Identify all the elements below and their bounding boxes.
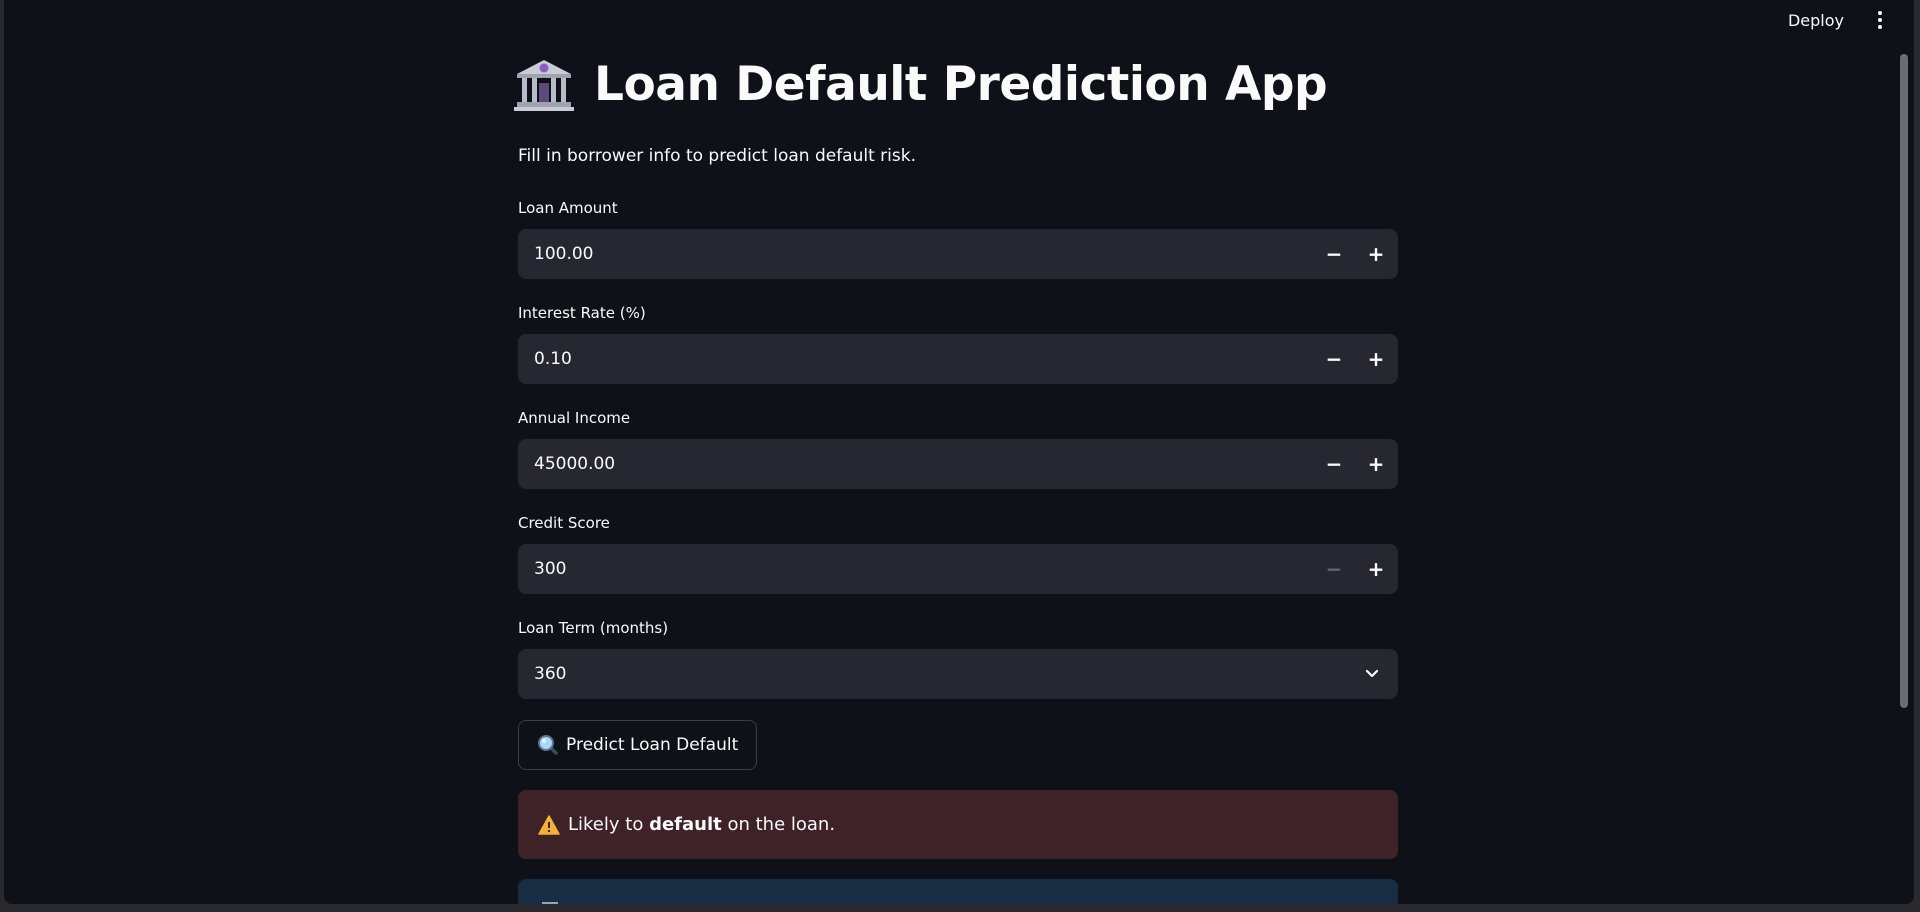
loan-amount-decrement-button[interactable]: − — [1318, 238, 1350, 270]
loan-amount-field: − + — [518, 229, 1398, 279]
credit-score-increment-button[interactable]: + — [1360, 553, 1392, 585]
warning-icon — [538, 814, 560, 835]
magnifier-icon — [538, 735, 558, 755]
kebab-menu-icon[interactable] — [1870, 10, 1890, 30]
credit-score-input[interactable] — [518, 544, 1278, 594]
scrollbar-thumb[interactable] — [1900, 54, 1908, 708]
loan-amount-increment-button[interactable]: + — [1360, 238, 1392, 270]
loan-term-selected-value: 360 — [534, 664, 567, 684]
page-title: Loan Default Prediction App — [514, 56, 1328, 112]
interest-rate-decrement-button[interactable]: − — [1318, 343, 1350, 375]
annual-income-decrement-button[interactable]: − — [1318, 448, 1350, 480]
annual-income-field: − + — [518, 439, 1398, 489]
annual-income-increment-button[interactable]: + — [1360, 448, 1392, 480]
prediction-alert: Likely to default on the loan. — [518, 790, 1398, 859]
annual-income-label: Annual Income — [518, 409, 631, 427]
interest-rate-increment-button[interactable]: + — [1360, 343, 1392, 375]
predict-button-label: Predict Loan Default — [566, 735, 739, 755]
bank-icon — [514, 60, 574, 111]
app-window: Deploy Loan Default Prediction App Fill … — [4, 0, 1914, 904]
prediction-text-emphasis: default — [649, 814, 722, 835]
top-toolbar: Deploy — [1788, 0, 1914, 40]
interest-rate-input[interactable] — [518, 334, 1278, 384]
loan-term-label: Loan Term (months) — [518, 619, 669, 637]
page-subtitle: Fill in borrower info to predict loan de… — [518, 146, 916, 166]
prediction-text-suffix: on the loan. — [721, 814, 836, 835]
info-alert — [518, 879, 1398, 904]
prediction-text-prefix: Likely to — [568, 814, 650, 835]
info-alert-icon — [542, 902, 558, 904]
credit-score-field: − + — [518, 544, 1398, 594]
annual-income-input[interactable] — [518, 439, 1278, 489]
chevron-down-icon — [1365, 669, 1379, 678]
loan-amount-input[interactable] — [518, 229, 1278, 279]
loan-term-select[interactable]: 360 — [518, 649, 1398, 699]
page-title-text: Loan Default Prediction App — [594, 56, 1328, 112]
credit-score-decrement-button[interactable]: − — [1318, 553, 1350, 585]
loan-amount-label: Loan Amount — [518, 199, 618, 217]
predict-button[interactable]: Predict Loan Default — [518, 720, 758, 770]
interest-rate-label: Interest Rate (%) — [518, 304, 646, 322]
deploy-button[interactable]: Deploy — [1788, 11, 1844, 30]
credit-score-label: Credit Score — [518, 514, 610, 532]
interest-rate-field: − + — [518, 334, 1398, 384]
